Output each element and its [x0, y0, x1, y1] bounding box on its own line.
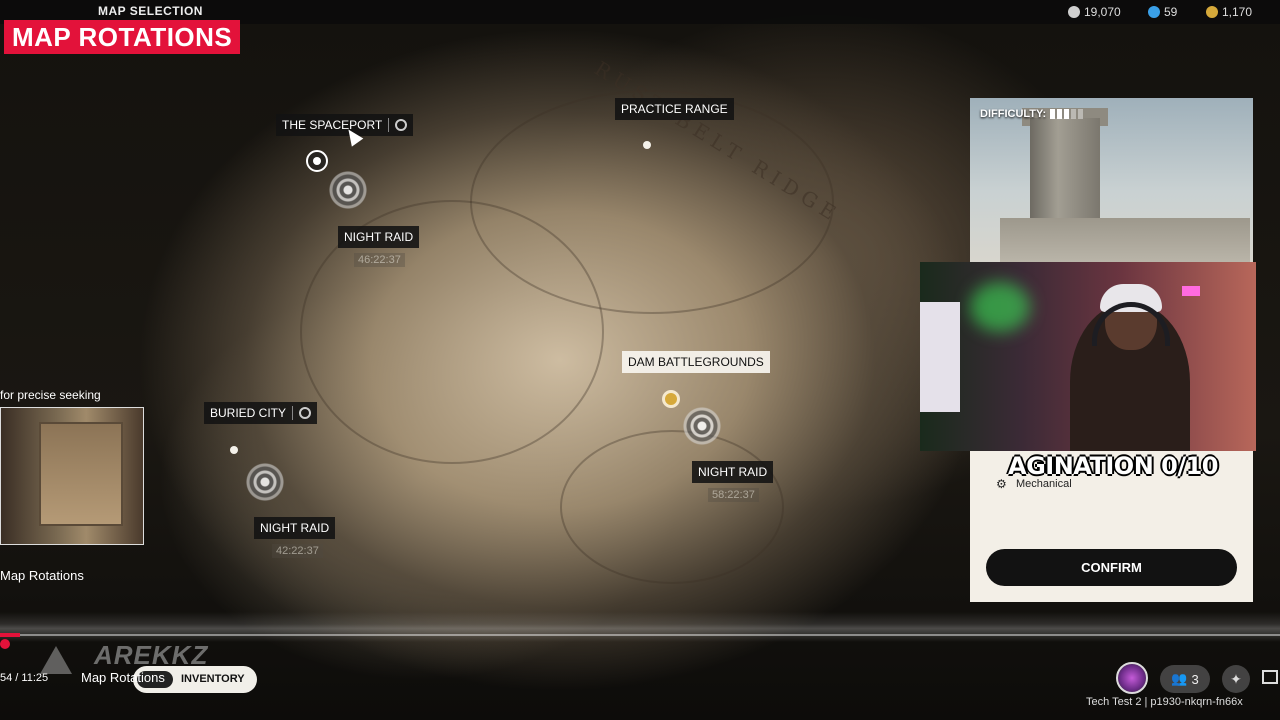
night-raid-label[interactable]: NIGHT RAID [692, 461, 774, 483]
window-icon[interactable] [1262, 670, 1278, 684]
seek-bar[interactable] [0, 634, 1280, 636]
night-raid-icon[interactable] [328, 170, 368, 210]
wall [1000, 218, 1250, 268]
location-label-dam-battlegrounds[interactable]: DAM BATTLEGROUNDS [622, 351, 770, 373]
settings-icon[interactable]: ✦ [1222, 665, 1250, 693]
gold-icon [1206, 6, 1218, 18]
map-rotations-banner: MAP ROTATIONS [4, 20, 241, 54]
night-raid-label[interactable]: NIGHT RAID [254, 517, 336, 539]
difficulty-bar [1064, 109, 1070, 119]
target-icon [299, 407, 312, 419]
difficulty-bar [1057, 109, 1063, 119]
difficulty-indicator: DIFFICULTY: [980, 108, 1084, 120]
seek-hint: for precise seeking [0, 388, 101, 402]
location-name: DAM BATTLEGROUNDS [628, 355, 764, 369]
video-time: 54 / 11:25 [0, 672, 49, 684]
location-name: PRACTICE RANGE [621, 102, 728, 116]
currency-stat: 19,070 [1068, 5, 1121, 19]
night-raid-label[interactable]: NIGHT RAID [338, 226, 420, 248]
map-ridge [560, 430, 784, 584]
divider [388, 118, 390, 132]
gold-value: 1,170 [1222, 5, 1253, 19]
green-light [970, 282, 1030, 332]
token-icon [1148, 6, 1160, 18]
token-value: 59 [1164, 5, 1178, 19]
difficulty-bar [1078, 109, 1084, 119]
difficulty-bar [1050, 109, 1056, 119]
channel-logo-icon [40, 646, 72, 674]
night-raid-icon[interactable] [682, 406, 722, 446]
difficulty-label: DIFFICULTY: [980, 108, 1047, 120]
build-info: Tech Test 2 | p1930-nkqrn-fn66x [1086, 696, 1243, 708]
practice-range-marker[interactable] [643, 141, 651, 149]
seek-bar-played [0, 633, 20, 637]
seek-handle[interactable] [0, 639, 10, 649]
preview-chapter-title: Map Rotations [0, 568, 84, 583]
map-preview-image: DIFFICULTY: [970, 98, 1253, 268]
overlay-counter: AGINATION 0/10 [1008, 452, 1219, 480]
seek-preview-thumbnail [0, 407, 144, 545]
difficulty-bar [1071, 109, 1077, 119]
confirm-button[interactable]: CONFIRM [986, 549, 1237, 586]
divider [292, 406, 294, 420]
gear-icon: ⚙ [996, 477, 1007, 491]
buried-city-marker[interactable] [230, 446, 238, 454]
webcam-overlay [920, 262, 1256, 451]
preview-door [39, 422, 123, 526]
currency-value: 19,070 [1084, 5, 1121, 19]
location-label-practice-range[interactable]: PRACTICE RANGE [615, 98, 734, 120]
night-raid-timer: 42:22:37 [272, 544, 323, 558]
night-raid-timer: 58:22:37 [708, 488, 759, 502]
night-raid-timer: 46:22:37 [354, 253, 405, 267]
location-name: THE SPACEPORT [282, 118, 383, 132]
currency-icon [1068, 6, 1080, 18]
audio-waveform [0, 612, 1280, 642]
target-icon [395, 119, 408, 131]
section-title: MAP SELECTION [98, 4, 203, 18]
token-stat: 59 [1148, 5, 1177, 19]
location-name: BURIED CITY [210, 406, 287, 420]
chapter-title[interactable]: Map Rotations [81, 670, 165, 685]
night-raid-icon[interactable] [245, 462, 285, 502]
party-button[interactable]: 👥 3 [1160, 665, 1210, 693]
party-count: 3 [1191, 671, 1199, 687]
dam-battlegrounds-marker[interactable] [662, 390, 680, 408]
gold-stat: 1,170 [1206, 5, 1252, 19]
difficulty-bars [1050, 109, 1084, 119]
location-label-buried-city[interactable]: BURIED CITY [204, 402, 318, 424]
party-icon: 👥 [1171, 671, 1188, 686]
bag [920, 302, 960, 412]
player-avatar[interactable] [1116, 662, 1148, 694]
neon-sign [1182, 286, 1200, 296]
spaceport-marker[interactable] [306, 150, 328, 172]
